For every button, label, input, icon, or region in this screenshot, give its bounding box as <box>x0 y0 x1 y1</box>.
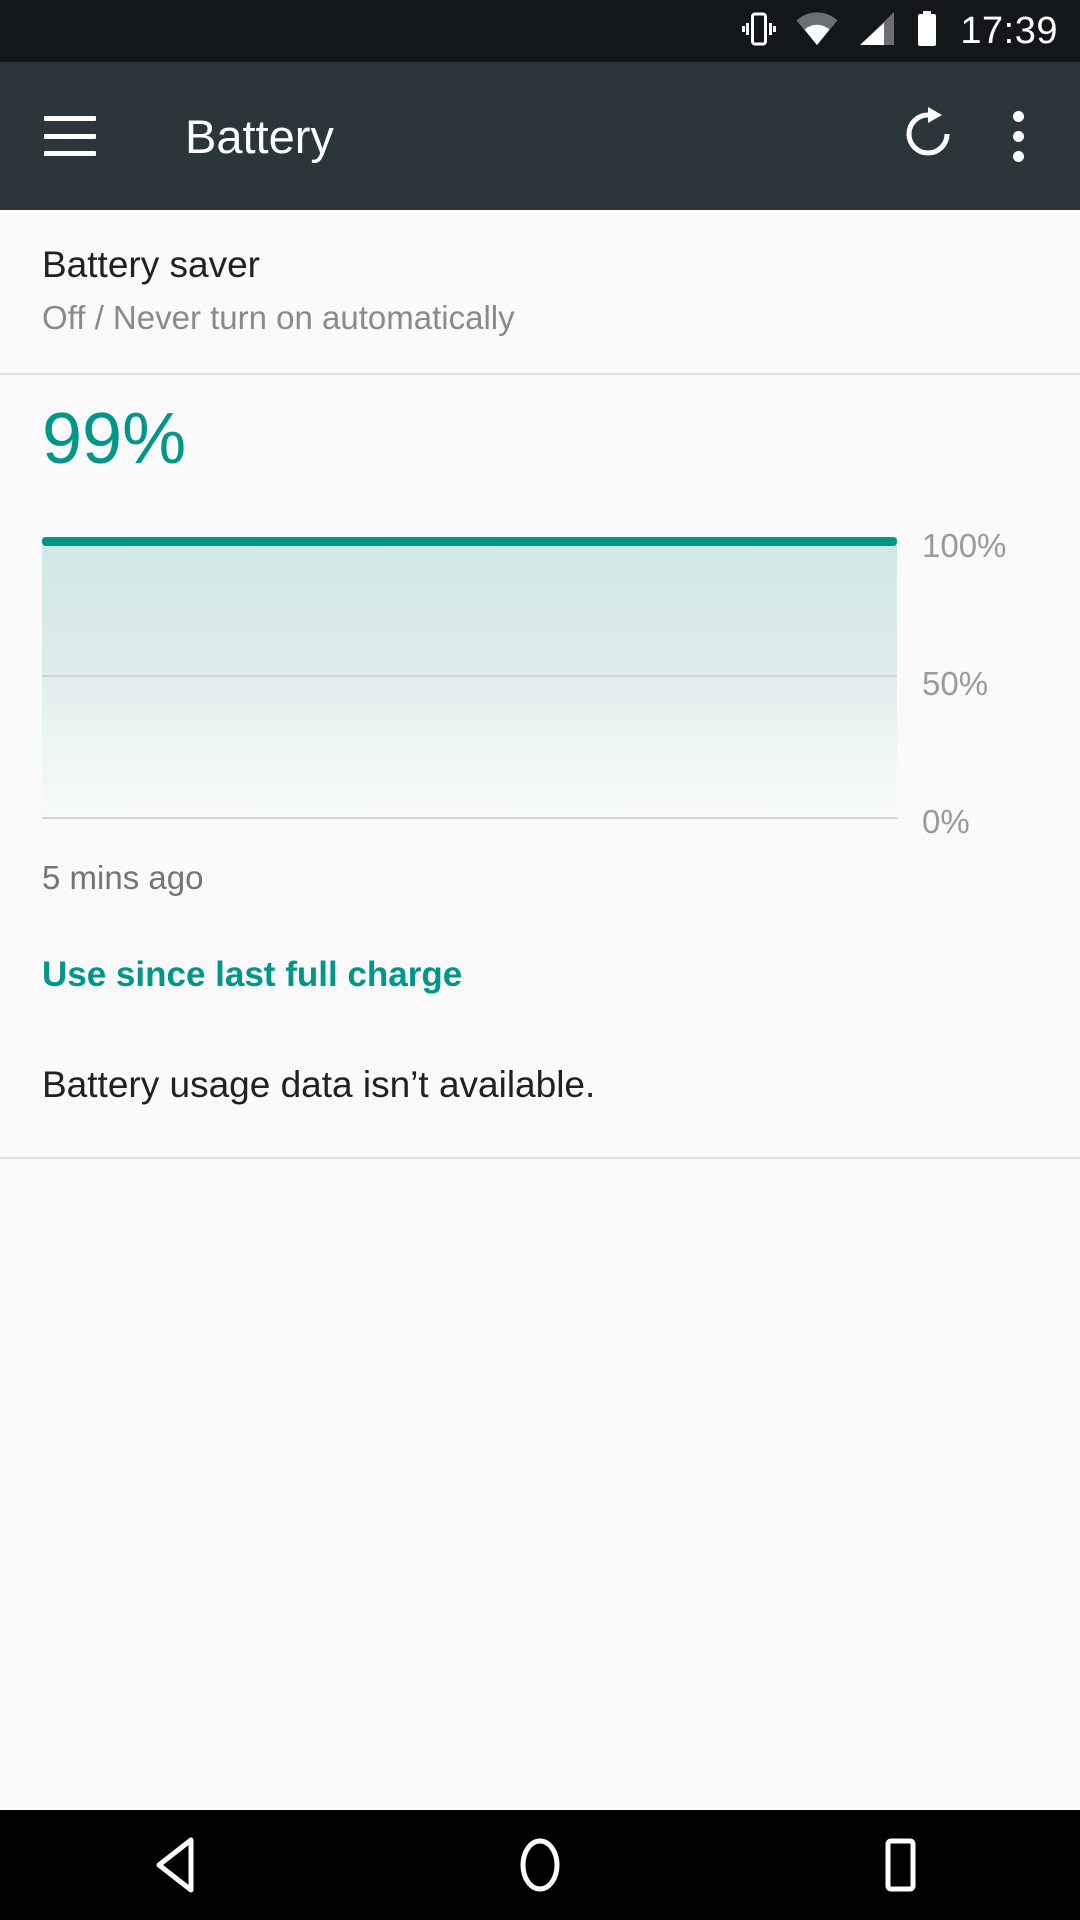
battery-chart-container: 100% 50% 0% <box>0 529 1080 838</box>
hamburger-icon[interactable] <box>44 116 96 156</box>
chart-level-line <box>42 536 897 546</box>
overflow-menu-icon[interactable] <box>1005 103 1032 170</box>
hamburger-bar-2 <box>44 133 96 139</box>
hamburger-bar-3 <box>44 151 96 156</box>
chart-gridline-0 <box>42 816 897 819</box>
chart-axis-label-50: 50% <box>922 664 989 702</box>
app-bar-actions <box>901 103 1080 170</box>
battery-saver-title: Battery saver <box>42 244 260 285</box>
battery-level-percent: 99% <box>42 398 187 479</box>
recents-icon[interactable] <box>840 1810 960 1920</box>
status-bar-icons <box>742 10 938 52</box>
battery-history-chart[interactable]: 100% 50% 0% <box>42 529 1006 838</box>
battery-level-block: 99% <box>0 375 1080 475</box>
chart-axis-label-100: 100% <box>922 526 1007 564</box>
overflow-dot-3 <box>1013 150 1024 162</box>
divider-under-usage-message <box>0 1156 1080 1159</box>
content-area: Battery saver Off / Never turn on automa… <box>0 210 1080 1810</box>
battery-usage-message: Battery usage data isn’t available. <box>42 1063 596 1105</box>
use-since-last-full-charge-link[interactable]: Use since last full charge <box>0 897 462 995</box>
status-bar-clock: 17:39 <box>960 10 1058 52</box>
phone-screen: 17:39 Battery Battery saver Off / Never … <box>0 0 1080 1920</box>
cellular-signal-icon <box>858 11 896 51</box>
navigation-bar <box>0 1810 1080 1920</box>
battery-saver-row[interactable]: Battery saver Off / Never turn on automa… <box>0 210 1080 373</box>
battery-full-icon <box>916 10 938 52</box>
chart-area-fill <box>42 536 897 819</box>
back-icon[interactable] <box>120 1810 240 1920</box>
battery-saver-summary: Off / Never turn on automatically <box>42 299 515 337</box>
status-bar: 17:39 <box>0 0 1080 62</box>
hamburger-bar-1 <box>44 116 96 121</box>
refresh-icon[interactable] <box>901 106 955 166</box>
overflow-dot-2 <box>1013 130 1024 142</box>
home-icon[interactable] <box>480 1810 600 1920</box>
overflow-dot-1 <box>1013 110 1024 122</box>
vibrate-icon <box>742 11 777 52</box>
chart-gridline-50 <box>42 674 897 677</box>
wifi-icon <box>796 11 838 51</box>
page-title: Battery <box>185 109 334 163</box>
app-bar: Battery <box>0 62 1080 210</box>
chart-timestamp: 5 mins ago <box>42 858 204 896</box>
chart-axis-label-0: 0% <box>922 802 970 840</box>
